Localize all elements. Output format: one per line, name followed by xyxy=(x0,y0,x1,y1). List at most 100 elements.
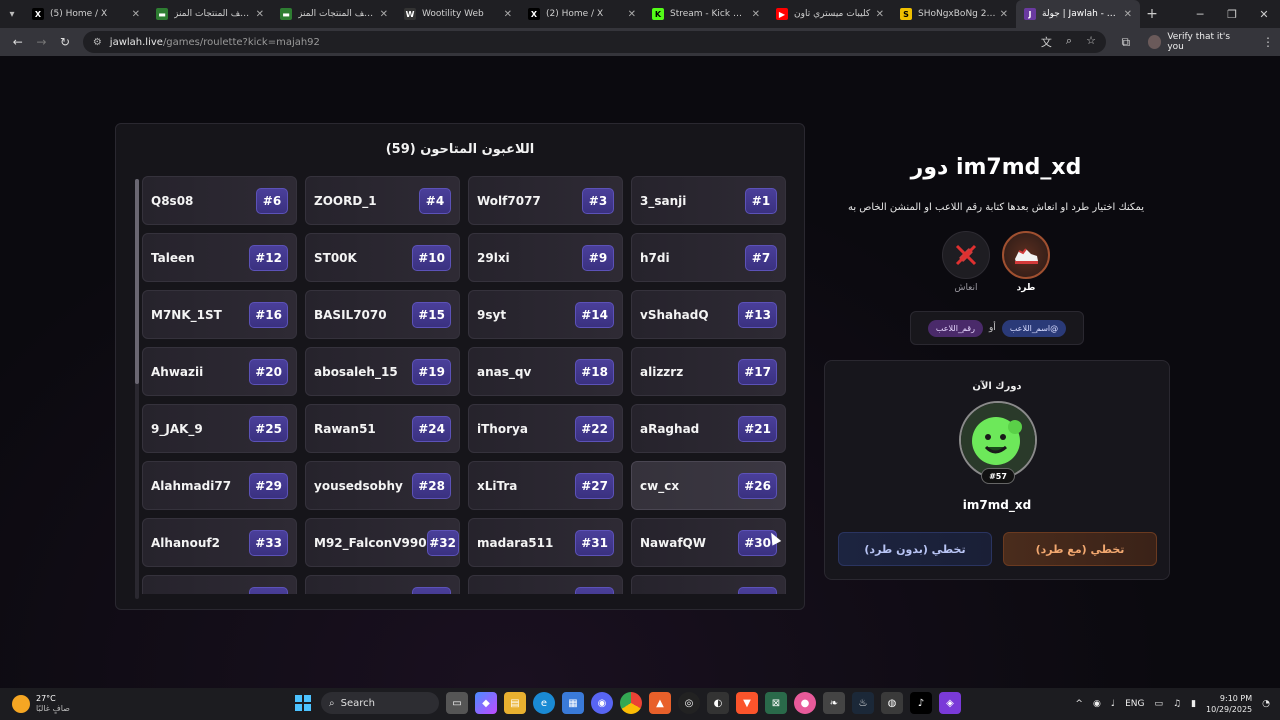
browser-tab[interactable]: K Stream - Kick Dashbo ✕ xyxy=(644,0,768,28)
tab-close-icon[interactable]: ✕ xyxy=(752,9,760,20)
player-card[interactable]: ST00K #10 xyxy=(305,233,460,282)
tab-close-icon[interactable]: ✕ xyxy=(132,9,140,20)
volume-icon[interactable]: ♫ xyxy=(1173,699,1181,709)
clock[interactable]: 9:10 PM 10/29/2025 xyxy=(1206,693,1252,715)
player-card[interactable]: Q8s08 #6 xyxy=(142,176,297,225)
tab-close-icon[interactable]: ✕ xyxy=(1124,9,1132,20)
discord-icon[interactable]: ◉ xyxy=(591,692,613,714)
task-view-icon[interactable]: ▭ xyxy=(446,692,468,714)
microphone-icon[interactable]: ♩ xyxy=(1111,699,1115,709)
reload-icon[interactable]: ↻ xyxy=(53,30,77,54)
player-card[interactable]: Mohsen12 #37 xyxy=(142,575,297,594)
tiktok-icon[interactable]: ♪ xyxy=(910,692,932,714)
player-card[interactable]: vShahadQ #13 xyxy=(631,290,786,339)
player-card[interactable]: NawafQW #30 xyxy=(631,518,786,567)
minimize-icon[interactable]: ─ xyxy=(1184,8,1216,21)
player-card[interactable]: 9syt #14 xyxy=(468,290,623,339)
player-card[interactable]: Alhanouf2 #33 xyxy=(142,518,297,567)
browser-menu-icon[interactable]: ⋮ xyxy=(1262,35,1274,49)
browser-tab[interactable]: ▬ اكتشف المنتجات المنز ✕ xyxy=(272,0,396,28)
player-card[interactable]: 3_sanji #1 xyxy=(631,176,786,225)
player-card[interactable]: iThorya #22 xyxy=(468,404,623,453)
player-card[interactable]: Abadi17 #35 xyxy=(468,575,623,594)
player-card[interactable]: taharx1x #34 xyxy=(631,575,786,594)
player-card[interactable]: 9_JAK_9 #25 xyxy=(142,404,297,453)
tray-app-icon[interactable]: ◉ xyxy=(1093,699,1101,709)
bookmark-star-icon[interactable]: ☆ xyxy=(1086,34,1096,50)
player-card[interactable]: Abdullatif33 #36 xyxy=(305,575,460,594)
browser-tab[interactable]: W Wootility Web ✕ xyxy=(396,0,520,28)
copilot-icon[interactable]: ◆ xyxy=(475,692,497,714)
player-card[interactable]: BASIL7070 #15 xyxy=(305,290,460,339)
player-card[interactable]: madara511 #31 xyxy=(468,518,623,567)
taskbar-search[interactable]: ⌕ Search xyxy=(321,692,439,714)
browser-tab[interactable]: S SHoNgxBoNg 20 دون ✕ xyxy=(892,0,1016,28)
weather-widget[interactable]: 27°C صافٍ غالبًا xyxy=(12,694,132,714)
player-card[interactable]: h7di #7 xyxy=(631,233,786,282)
player-card[interactable]: Wolf7077 #3 xyxy=(468,176,623,225)
tray-chevron-icon[interactable]: ^ xyxy=(1075,699,1083,709)
verify-profile-button[interactable]: Verify that it's you xyxy=(1147,32,1248,52)
obs-icon[interactable]: ◎ xyxy=(678,692,700,714)
zoom-icon[interactable]: ⌕ xyxy=(1066,34,1072,50)
chrome-icon[interactable] xyxy=(620,692,642,714)
translate-icon[interactable]: 文 xyxy=(1041,34,1052,50)
player-card[interactable]: Ahwazii #20 xyxy=(142,347,297,396)
tab-close-icon[interactable]: ✕ xyxy=(1000,9,1008,20)
browser-tab[interactable]: J جولة | Jawlah - منصة ✕ xyxy=(1016,0,1140,28)
player-card[interactable]: anas_qv #18 xyxy=(468,347,623,396)
app-feather-icon[interactable]: ❧ xyxy=(823,692,845,714)
player-card[interactable]: ZOORD_1 #4 xyxy=(305,176,460,225)
app-purple-icon[interactable]: ◈ xyxy=(939,692,961,714)
skip-with-kick-button[interactable]: تخطي (مع طرد) xyxy=(1003,532,1157,566)
restore-icon[interactable]: ❐ xyxy=(1216,8,1248,21)
player-card[interactable]: Taleen #12 xyxy=(142,233,297,282)
address-bar[interactable]: ⚙ jawlah.live/games/roulette?kick=majah9… xyxy=(82,31,1106,53)
site-info-icon[interactable]: ⚙ xyxy=(93,37,102,48)
browser-tab[interactable]: ▶ كليبات ميستري تاون ✕ xyxy=(768,0,892,28)
tab-close-icon[interactable]: ✕ xyxy=(380,9,388,20)
new-tab-plus-icon[interactable]: + xyxy=(1140,6,1164,22)
player-card[interactable]: 29lxi #9 xyxy=(468,233,623,282)
windows-start-icon[interactable] xyxy=(292,692,314,714)
app-dark-icon[interactable]: ◐ xyxy=(707,692,729,714)
kick-action-button[interactable] xyxy=(1002,231,1050,279)
revive-action-button[interactable] xyxy=(942,231,990,279)
edge-icon[interactable]: e xyxy=(533,692,555,714)
store-icon[interactable]: ▦ xyxy=(562,692,584,714)
close-window-icon[interactable]: ✕ xyxy=(1248,8,1280,21)
player-card[interactable]: alizzrz #17 xyxy=(631,347,786,396)
player-card[interactable]: aRaghad #21 xyxy=(631,404,786,453)
player-card[interactable]: M92_FalconV990 #32 xyxy=(305,518,460,567)
language-indicator[interactable]: ENG xyxy=(1125,699,1144,709)
tab-close-icon[interactable]: ✕ xyxy=(876,9,884,20)
player-card[interactable]: yousedsobhy #28 xyxy=(305,461,460,510)
player-card[interactable]: cw_cx #26 xyxy=(631,461,786,510)
file-explorer-icon[interactable]: ▤ xyxy=(504,692,526,714)
player-card[interactable]: M7NK_1ST #16 xyxy=(142,290,297,339)
app-badge-icon[interactable]: ● xyxy=(794,692,816,714)
app-record-icon[interactable]: ◍ xyxy=(881,692,903,714)
tab-search-chevron-icon[interactable]: ▾ xyxy=(0,0,24,28)
players-scrollbar[interactable] xyxy=(135,179,139,599)
skip-without-kick-button[interactable]: تخطي (بدون طرد) xyxy=(838,532,992,566)
tab-close-icon[interactable]: ✕ xyxy=(256,9,264,20)
network-icon[interactable]: ▭ xyxy=(1154,699,1163,709)
app-green-icon[interactable]: ⊠ xyxy=(765,692,787,714)
browser-tab[interactable]: X (5) Home / X ✕ xyxy=(24,0,148,28)
brave-icon[interactable]: ▼ xyxy=(736,692,758,714)
player-card[interactable]: Rawan51 #24 xyxy=(305,404,460,453)
back-arrow-icon[interactable]: ← xyxy=(6,30,30,54)
tab-close-icon[interactable]: ✕ xyxy=(504,9,512,20)
battery-icon[interactable]: ▮ xyxy=(1191,699,1196,709)
extensions-icon[interactable]: ⧉ xyxy=(1114,30,1138,54)
app-orange-icon[interactable]: ▲ xyxy=(649,692,671,714)
player-card[interactable]: Alahmadi77 #29 xyxy=(142,461,297,510)
browser-tab[interactable]: X (2) Home / X ✕ xyxy=(520,0,644,28)
players-scrollbar-thumb[interactable] xyxy=(135,179,139,384)
tab-close-icon[interactable]: ✕ xyxy=(628,9,636,20)
player-card[interactable]: abosaleh_15 #19 xyxy=(305,347,460,396)
steam-icon[interactable]: ♨ xyxy=(852,692,874,714)
forward-arrow-icon[interactable]: → xyxy=(30,30,54,54)
browser-tab[interactable]: ▬ اكتشف المنتجات المنز ✕ xyxy=(148,0,272,28)
